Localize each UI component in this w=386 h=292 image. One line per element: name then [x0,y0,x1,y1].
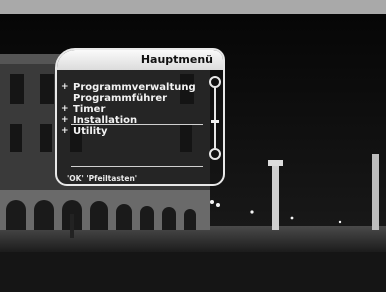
menu-item-programmverwaltung[interactable]: + Programmverwaltung [61,82,211,93]
menu-item-utility[interactable]: + Utility [61,126,211,137]
menu-item-label: Timer [73,104,106,115]
menu-item-timer[interactable]: + Timer [61,104,211,115]
menu-item-label: Utility [73,126,108,137]
scrollbar-line [214,82,216,154]
menu-item-label: Programmführer [73,93,168,104]
expand-plus-icon: + [61,126,69,136]
expand-plus-icon: + [61,115,69,125]
scrollbar-thumb[interactable] [211,120,219,123]
hint-divider [71,166,203,167]
menu-title: Hauptmenü [140,53,213,66]
menu-scrollbar[interactable] [208,76,222,160]
menu-item-programmfuehrer[interactable]: Programmführer [61,93,211,104]
menu-item-label: Programmverwaltung [73,82,196,93]
menu-divider [71,124,203,125]
top-bar [0,0,386,14]
menu-header: Hauptmenü [57,50,223,70]
expand-plus-icon: + [61,104,69,114]
expand-plus-icon: + [61,82,69,92]
bottom-bar [0,252,386,292]
menu-list: + Programmverwaltung Programmführer + Ti… [61,82,211,137]
main-menu-panel: Hauptmenü + Programmverwaltung Programmf… [55,48,225,186]
scroll-up-icon[interactable] [209,76,221,88]
scroll-down-icon[interactable] [209,148,221,160]
key-hint: 'OK' 'Pfeiltasten' [67,174,138,183]
